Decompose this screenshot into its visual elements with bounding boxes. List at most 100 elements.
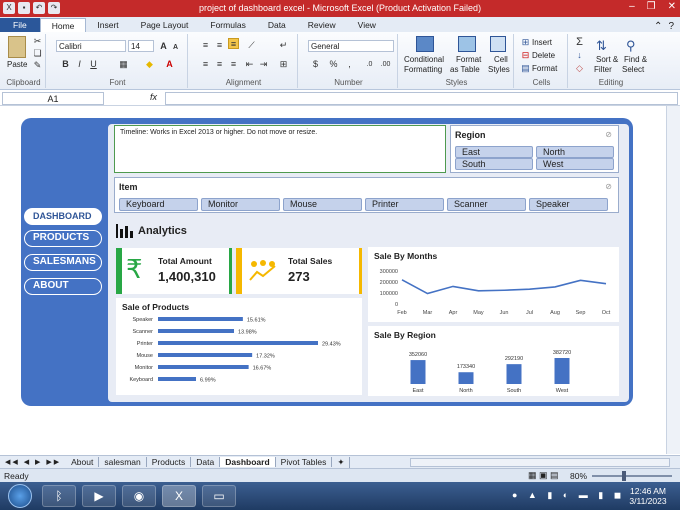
italic-icon[interactable]: I	[74, 59, 85, 70]
nav-salesmans-button[interactable]: SALESMANS	[24, 254, 102, 271]
increase-indent-icon[interactable]: ⇥	[258, 59, 269, 70]
sale-of-products-chart[interactable]: Sale of Products Speaker 15.61% Scanner 13.…	[116, 298, 362, 395]
formula-input[interactable]	[165, 92, 678, 105]
sheet-tab-about[interactable]: About	[66, 457, 100, 467]
clear-filter-icon[interactable]: ⊘	[605, 182, 612, 191]
tab-formulas[interactable]: Formulas	[199, 18, 256, 32]
tab-home[interactable]: Home	[39, 18, 87, 32]
insert-function-icon[interactable]: fx	[150, 92, 157, 102]
fill-icon[interactable]: ↓	[574, 50, 585, 61]
bluetooth-icon[interactable]: ᛒ	[42, 485, 76, 507]
cell-styles-icon[interactable]	[490, 36, 506, 52]
grow-font-icon[interactable]: A	[158, 41, 169, 52]
chrome-icon[interactable]: ◉	[122, 485, 156, 507]
slicer-region-west[interactable]: West	[536, 158, 614, 170]
sale-by-region-chart[interactable]: Sale By Region 352060 East 173340 North 2921…	[368, 326, 619, 396]
format-as-table-label-2[interactable]: as Table	[450, 65, 480, 74]
comma-icon[interactable]: ,	[344, 59, 355, 70]
insert-cells-icon[interactable]: ⊞	[520, 37, 531, 48]
align-left-icon[interactable]: ≡	[200, 59, 211, 70]
shrink-font-icon[interactable]: A	[170, 42, 181, 53]
slicer-region-south[interactable]: South	[455, 158, 533, 170]
view-buttons-icon[interactable]: ▦ ▣ ▤	[528, 470, 559, 481]
ribbon-minimize-icon[interactable]: ⌃	[654, 21, 662, 32]
borders-icon[interactable]: ▦	[118, 59, 129, 70]
restore-icon[interactable]: ❐	[647, 1, 656, 12]
format-as-table-icon[interactable]	[458, 36, 476, 52]
align-bottom-icon[interactable]: ≡	[228, 38, 239, 49]
help-icon[interactable]: ?	[668, 21, 674, 32]
sheet-tab-products[interactable]: Products	[147, 457, 192, 467]
slicer-item-speaker[interactable]: Speaker	[529, 198, 608, 211]
sheet-nav-arrows-icon[interactable]: ◀◀ ◀ ▶ ▶▶	[0, 458, 66, 466]
horizontal-scrollbar[interactable]	[410, 457, 671, 467]
sheet-tab-dashboard[interactable]: Dashboard	[220, 457, 276, 467]
sale-by-months-chart[interactable]: Sale By Months 300000 200000 100000 0 Feb Mar…	[368, 247, 619, 322]
sheet-tab-pivot-tables[interactable]: Pivot Tables	[276, 457, 333, 467]
align-top-icon[interactable]: ≡	[200, 40, 211, 51]
tab-file[interactable]: File	[0, 18, 40, 32]
tab-view[interactable]: View	[347, 18, 387, 32]
sort-filter-label[interactable]: Sort &	[596, 55, 618, 64]
nav-products-button[interactable]: PRODUCTS	[24, 230, 102, 247]
find-select-icon[interactable]: ⚲	[626, 38, 644, 53]
nav-dashboard-button[interactable]: DASHBOARD	[24, 208, 102, 225]
orientation-icon[interactable]: ⟋	[246, 40, 257, 51]
find-select-label[interactable]: Find &	[624, 55, 647, 64]
font-name-select[interactable]: Calibri	[56, 40, 126, 52]
slicer-item-keyboard[interactable]: Keyboard	[119, 198, 198, 211]
copy-icon[interactable]: ❏	[32, 48, 43, 59]
zoom-slider[interactable]	[592, 475, 672, 477]
font-color-icon[interactable]: A	[164, 59, 175, 70]
paste-icon[interactable]	[8, 36, 26, 58]
font-size-select[interactable]: 14	[128, 40, 154, 52]
autosum-icon[interactable]: Σ	[574, 37, 585, 48]
start-button-icon[interactable]	[8, 484, 32, 508]
cell-styles-label[interactable]: Cell	[494, 55, 508, 64]
cut-icon[interactable]: ✂	[32, 36, 43, 47]
currency-icon[interactable]: $	[310, 59, 321, 70]
bold-icon[interactable]: B	[60, 59, 71, 70]
underline-icon[interactable]: U	[88, 59, 99, 70]
tab-review[interactable]: Review	[297, 18, 347, 32]
timeline-placeholder[interactable]: Timeline: Works in Excel 2013 or higher.…	[114, 125, 446, 173]
format-cells-icon[interactable]: ▤	[520, 63, 531, 74]
decrease-indent-icon[interactable]: ⇤	[244, 59, 255, 70]
vertical-scrollbar[interactable]	[666, 106, 680, 454]
number-format-select[interactable]: General	[308, 40, 394, 52]
paste-button[interactable]: Paste	[7, 60, 27, 69]
media-player-icon[interactable]: ▶	[82, 485, 116, 507]
format-as-table-label[interactable]: Format	[456, 55, 481, 64]
clear-filter-icon[interactable]: ⊘	[605, 130, 612, 139]
slicer-region-east[interactable]: East	[455, 146, 533, 158]
align-middle-icon[interactable]: ≡	[214, 40, 225, 51]
sheet-tab-data[interactable]: Data	[191, 457, 221, 467]
conditional-formatting-label[interactable]: Conditional	[404, 55, 444, 64]
tab-insert[interactable]: Insert	[86, 18, 129, 32]
delete-cells-icon[interactable]: ⊟	[520, 50, 531, 61]
slicer-item-printer[interactable]: Printer	[365, 198, 444, 211]
format-painter-icon[interactable]: ✎	[32, 60, 43, 71]
conditional-formatting-label-2[interactable]: Formatting	[404, 65, 442, 74]
sort-filter-icon[interactable]: ⇅	[596, 38, 614, 53]
wrap-text-icon[interactable]: ↵	[278, 40, 289, 51]
new-sheet-icon[interactable]: ✦	[332, 456, 351, 468]
merge-center-icon[interactable]: ⊞	[278, 59, 289, 70]
find-select-label-2[interactable]: Select	[622, 65, 644, 74]
tab-page-layout[interactable]: Page Layout	[130, 18, 200, 32]
cell-styles-label-2[interactable]: Styles	[488, 65, 510, 74]
explorer-icon[interactable]: ▭	[202, 485, 236, 507]
clear-icon[interactable]: ◇	[574, 63, 585, 74]
slicer-item-monitor[interactable]: Monitor	[201, 198, 280, 211]
tab-data[interactable]: Data	[257, 18, 297, 32]
align-right-icon[interactable]: ≡	[228, 59, 239, 70]
insert-cells-button[interactable]: Insert	[532, 38, 552, 47]
sheet-tab-salesman[interactable]: salesman	[99, 457, 147, 467]
delete-cells-button[interactable]: Delete	[532, 51, 555, 60]
slicer-item-scanner[interactable]: Scanner	[447, 198, 526, 211]
decrease-decimal-icon[interactable]: .00	[380, 59, 391, 70]
increase-decimal-icon[interactable]: .0	[364, 59, 375, 70]
conditional-formatting-icon[interactable]	[416, 36, 434, 52]
fill-color-icon[interactable]: ◆	[144, 59, 155, 70]
system-tray-icons[interactable]: ● ▲ ▮ ◐ ▬ ▮ ◼	[512, 490, 625, 501]
